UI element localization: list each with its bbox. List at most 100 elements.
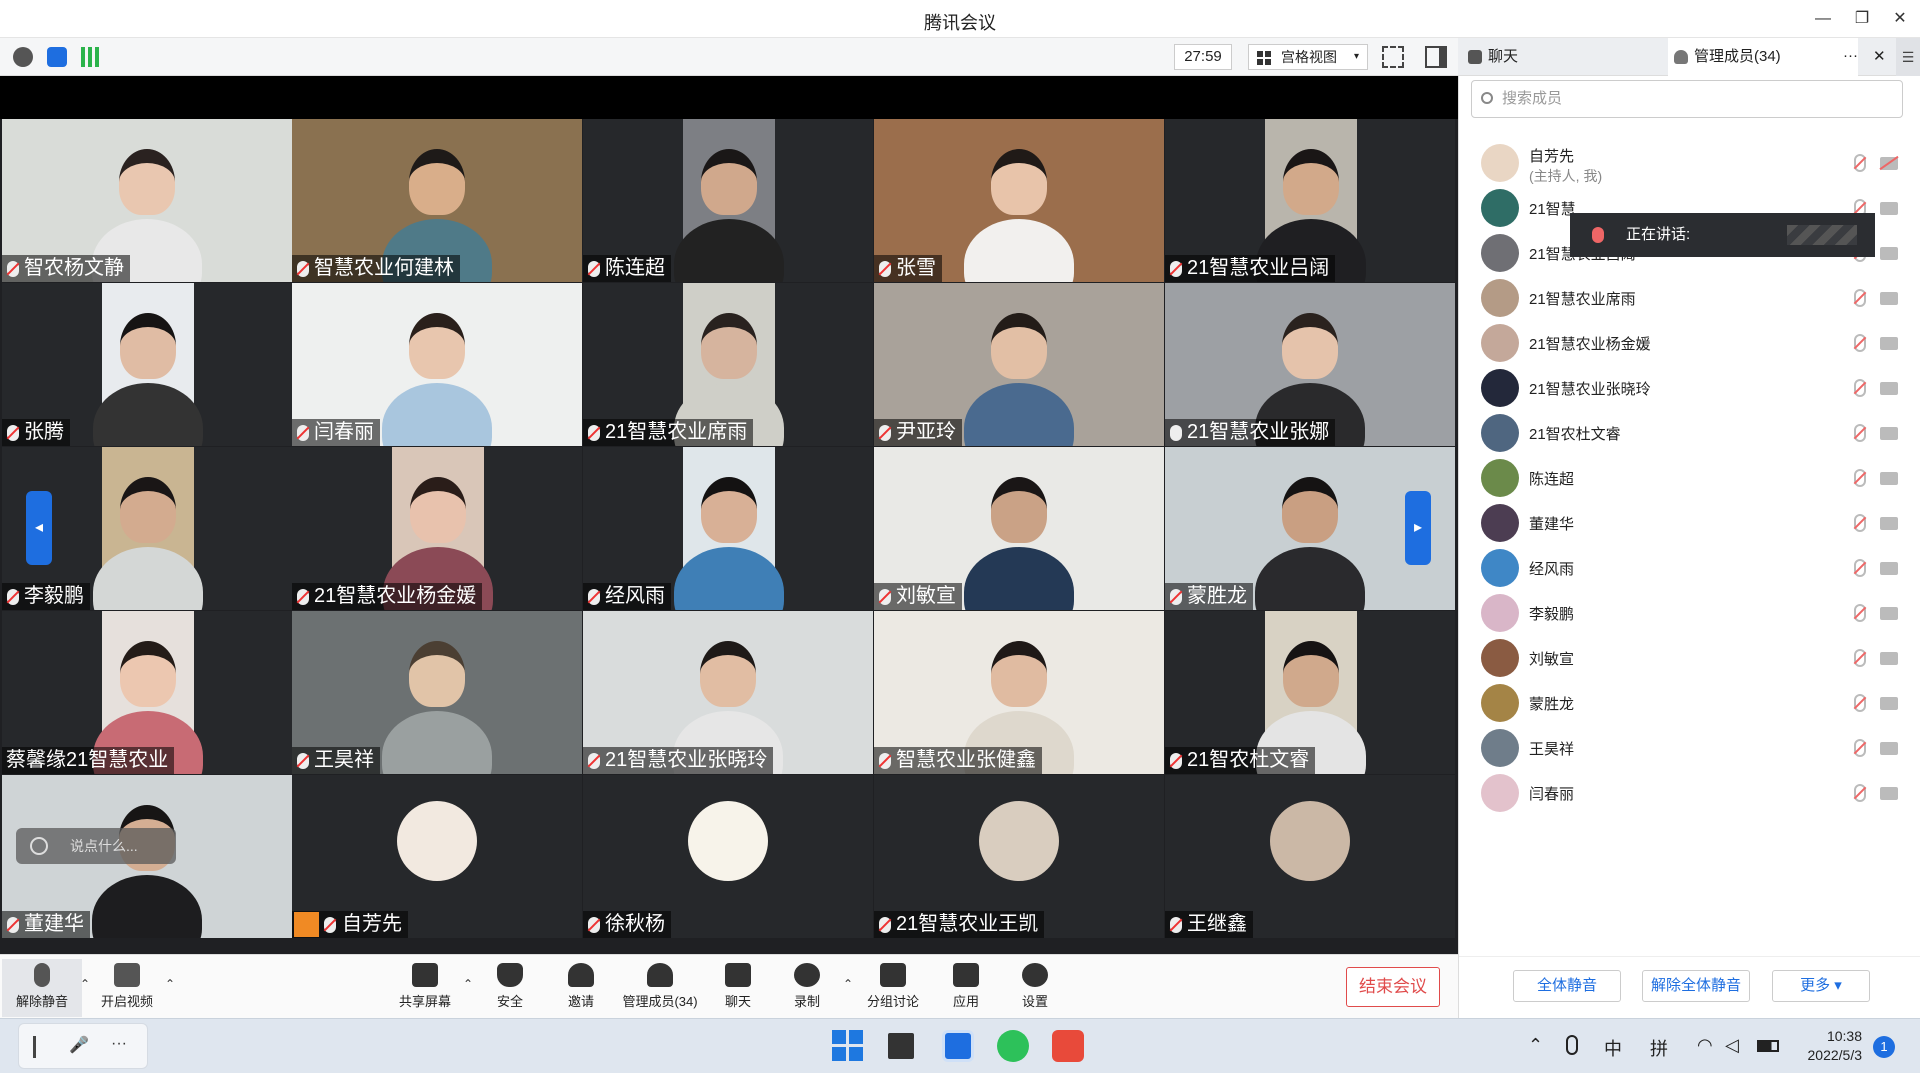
apps-button[interactable]: 应用 <box>926 959 1006 1017</box>
menu-icon[interactable]: ☰ <box>1896 38 1920 76</box>
share-screen-button[interactable]: 共享屏幕 <box>385 959 465 1017</box>
mic-muted-icon[interactable] <box>1854 559 1866 577</box>
camera-icon[interactable] <box>1880 247 1898 260</box>
video-tile[interactable]: 经风雨 <box>583 447 873 610</box>
breakout-button[interactable]: 分组讨论 <box>853 959 933 1017</box>
camera-icon[interactable] <box>1880 787 1898 800</box>
video-tile[interactable]: 21智农杜文睿 <box>1165 611 1455 774</box>
notification-badge[interactable]: 1 <box>1873 1036 1895 1058</box>
wps-icon[interactable] <box>1052 1030 1084 1062</box>
maximize-button[interactable]: ❐ <box>1845 6 1879 32</box>
member-row[interactable]: 闫春丽 <box>1459 766 1920 821</box>
mic-muted-icon[interactable] <box>1854 514 1866 532</box>
tab-members[interactable]: 管理成员(34) <box>1668 38 1858 76</box>
video-tile[interactable]: 21智慧农业吕阔 <box>1165 119 1455 282</box>
start-video-button[interactable]: 开启视频 <box>87 959 167 1017</box>
clock[interactable]: 10:38 2022/5/3 <box>1786 1027 1863 1065</box>
meeting-mini-widget[interactable]: 🎤 ··· <box>18 1023 148 1069</box>
tencent-meeting-icon[interactable] <box>942 1030 974 1062</box>
video-tile[interactable]: 蔡馨缘21智慧农业 <box>2 611 292 774</box>
mic-icon[interactable]: 🎤 <box>69 1035 89 1055</box>
shield-icon[interactable] <box>47 47 67 67</box>
video-tile[interactable]: 陈连超 <box>583 119 873 282</box>
settings-button[interactable]: 设置 <box>995 959 1075 1017</box>
camera-icon[interactable] <box>1880 562 1898 575</box>
video-tile[interactable]: 王继鑫 <box>1165 775 1455 938</box>
video-tile[interactable]: 张腾 <box>2 283 292 446</box>
manage-members-button[interactable]: 管理成员(34) <box>620 959 700 1017</box>
start-icon[interactable] <box>832 1030 864 1062</box>
mic-muted-icon[interactable] <box>1854 379 1866 397</box>
ime-pinyin[interactable]: 拼 <box>1650 1035 1668 1061</box>
camera-icon[interactable] <box>1880 427 1898 440</box>
video-tile[interactable]: 智农杨文静 <box>2 119 292 282</box>
camera-icon[interactable] <box>1880 292 1898 305</box>
video-tile[interactable]: 21智慧农业张晓玲 <box>583 611 873 774</box>
mic-muted-icon[interactable] <box>1854 784 1866 802</box>
mic-muted-icon[interactable] <box>1854 694 1866 712</box>
wechat-icon[interactable] <box>997 1030 1029 1062</box>
camera-icon[interactable] <box>1880 337 1898 350</box>
more-options-icon[interactable]: ··· <box>1843 47 1858 64</box>
tray-expand-icon[interactable]: ⌃ <box>1528 1035 1543 1056</box>
more-icon[interactable]: ··· <box>111 1035 127 1053</box>
mic-tray-icon[interactable] <box>1566 1035 1578 1055</box>
mic-muted-icon[interactable] <box>1854 739 1866 757</box>
camera-icon[interactable] <box>1880 697 1898 710</box>
video-tile[interactable]: 21智慧农业张娜 <box>1165 283 1455 446</box>
drag-handle[interactable] <box>33 1036 36 1058</box>
camera-icon[interactable] <box>1880 742 1898 755</box>
unmute-all-button[interactable]: 解除全体静音 <box>1642 970 1750 1002</box>
video-tile[interactable]: 智慧农业何建林 <box>292 119 582 282</box>
next-page-button[interactable]: ▸ <box>1405 491 1431 565</box>
volume-icon[interactable]: ◁ <box>1725 1035 1739 1056</box>
video-tile[interactable]: 闫春丽 <box>292 283 582 446</box>
view-mode-select[interactable]: 宫格视图 ▾ <box>1248 44 1368 70</box>
video-tile[interactable]: 智慧农业张健鑫 <box>874 611 1164 774</box>
camera-icon[interactable] <box>1880 607 1898 620</box>
video-tile[interactable]: 自芳先 <box>292 775 582 938</box>
minimize-button[interactable]: — <box>1806 6 1840 32</box>
video-tile[interactable]: 徐秋杨 <box>583 775 873 938</box>
tab-chat[interactable]: 聊天 <box>1462 38 1662 76</box>
chat-button[interactable]: 聊天 <box>698 959 778 1017</box>
camera-icon[interactable] <box>1880 652 1898 665</box>
mic-muted-icon[interactable] <box>1854 604 1866 622</box>
unmute-button[interactable]: 解除静音 <box>2 959 82 1017</box>
end-meeting-button[interactable]: 结束会议 <box>1346 967 1440 1007</box>
chat-input-bubble[interactable]: 说点什么... <box>16 828 176 864</box>
mic-muted-icon[interactable] <box>1854 154 1866 172</box>
video-tile[interactable]: 21智慧农业王凯 <box>874 775 1164 938</box>
video-tile[interactable]: 王昊祥 <box>292 611 582 774</box>
battery-icon[interactable] <box>1757 1040 1779 1052</box>
member-search-input[interactable]: 搜索成员 <box>1471 80 1903 118</box>
ime-chinese[interactable]: 中 <box>1604 1035 1622 1061</box>
close-button[interactable]: ✕ <box>1883 6 1917 32</box>
video-tile[interactable]: 刘敏宣 <box>874 447 1164 610</box>
camera-icon[interactable] <box>1880 382 1898 395</box>
more-button[interactable]: 更多 ▾ <box>1772 970 1870 1002</box>
video-tile[interactable]: 21智慧农业席雨 <box>583 283 873 446</box>
video-options-icon[interactable]: ⌃ <box>165 977 175 991</box>
signal-icon[interactable] <box>81 47 101 67</box>
mic-muted-icon[interactable] <box>1854 649 1866 667</box>
mute-all-button[interactable]: 全体静音 <box>1513 970 1621 1002</box>
info-icon[interactable] <box>13 47 33 67</box>
fullscreen-icon[interactable] <box>1382 46 1404 68</box>
wifi-icon[interactable]: ◠ <box>1697 1035 1713 1056</box>
invite-button[interactable]: 邀请 <box>541 959 621 1017</box>
sidebar-toggle-icon[interactable] <box>1425 46 1447 68</box>
camera-icon[interactable] <box>1880 517 1898 530</box>
video-tile[interactable]: 尹亚玲 <box>874 283 1164 446</box>
prev-page-button[interactable]: ◂ <box>26 491 52 565</box>
task-view-icon[interactable] <box>888 1033 914 1059</box>
emoji-icon[interactable] <box>30 837 48 855</box>
security-button[interactable]: 安全 <box>470 959 550 1017</box>
mic-muted-icon[interactable] <box>1854 334 1866 352</box>
mic-muted-icon[interactable] <box>1854 469 1866 487</box>
record-button[interactable]: 录制 <box>767 959 847 1017</box>
video-tile[interactable]: 21智慧农业杨金媛 <box>292 447 582 610</box>
mic-muted-icon[interactable] <box>1854 289 1866 307</box>
close-panel-icon[interactable]: ✕ <box>1873 47 1886 65</box>
camera-off-icon[interactable] <box>1880 157 1898 170</box>
